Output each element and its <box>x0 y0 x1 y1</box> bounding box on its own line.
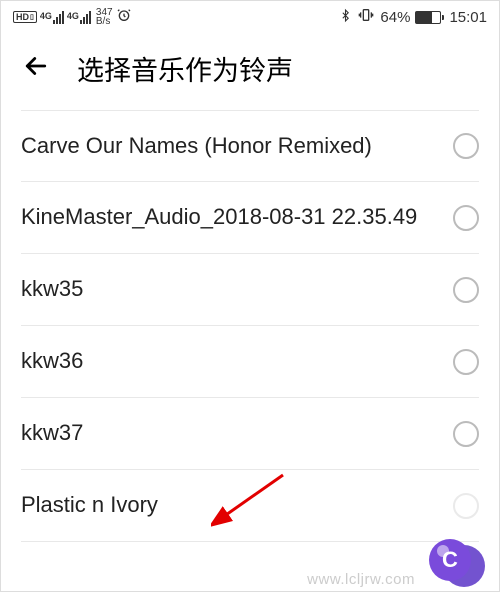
music-list: Carve Our Names (Honor Remixed) KineMast… <box>1 110 499 542</box>
sim1-signal-icon: 4G <box>40 11 64 24</box>
network-speed: 347 B/s <box>96 8 113 26</box>
alarm-icon <box>116 7 132 27</box>
list-item[interactable]: kkw36 <box>21 326 479 398</box>
radio-icon[interactable] <box>453 421 479 447</box>
list-item[interactable]: kkw37 <box>21 398 479 470</box>
radio-icon[interactable] <box>453 277 479 303</box>
list-item-label: kkw36 <box>21 347 433 376</box>
radio-icon[interactable] <box>453 349 479 375</box>
list-item-label: KineMaster_Audio_2018-08-31 22.35.49 <box>21 203 433 232</box>
list-item-label: kkw37 <box>21 419 433 448</box>
watermark-logo-icon: C <box>419 537 485 589</box>
list-item[interactable]: kkw35 <box>21 254 479 326</box>
vibrate-icon <box>357 7 375 27</box>
list-item-label: kkw35 <box>21 275 433 304</box>
watermark-url: www.lcljrw.com <box>307 571 415 588</box>
back-arrow-icon[interactable] <box>21 51 51 86</box>
header: 选择音乐作为铃声 <box>1 33 499 110</box>
sim2-signal-icon: 4G <box>67 11 91 24</box>
list-item[interactable]: Carve Our Names (Honor Remixed) <box>21 110 479 182</box>
list-item[interactable]: KineMaster_Audio_2018-08-31 22.35.49 <box>21 182 479 254</box>
list-item[interactable]: Plastic n Ivory <box>21 470 479 542</box>
page-title: 选择音乐作为铃声 <box>77 49 293 88</box>
radio-icon[interactable] <box>453 205 479 231</box>
list-item-label: Carve Our Names (Honor Remixed) <box>21 132 433 161</box>
list-item-label: Plastic n Ivory <box>21 491 433 520</box>
bluetooth-icon <box>339 7 352 28</box>
status-bar: HD▯ 4G 4G 347 B/s <box>1 1 499 33</box>
hd-icon: HD▯ <box>13 11 37 23</box>
radio-icon[interactable] <box>453 493 479 519</box>
radio-icon[interactable] <box>453 133 479 159</box>
battery-icon <box>415 11 441 24</box>
clock-time: 15:01 <box>449 9 487 26</box>
battery-percent: 64% <box>380 9 410 26</box>
